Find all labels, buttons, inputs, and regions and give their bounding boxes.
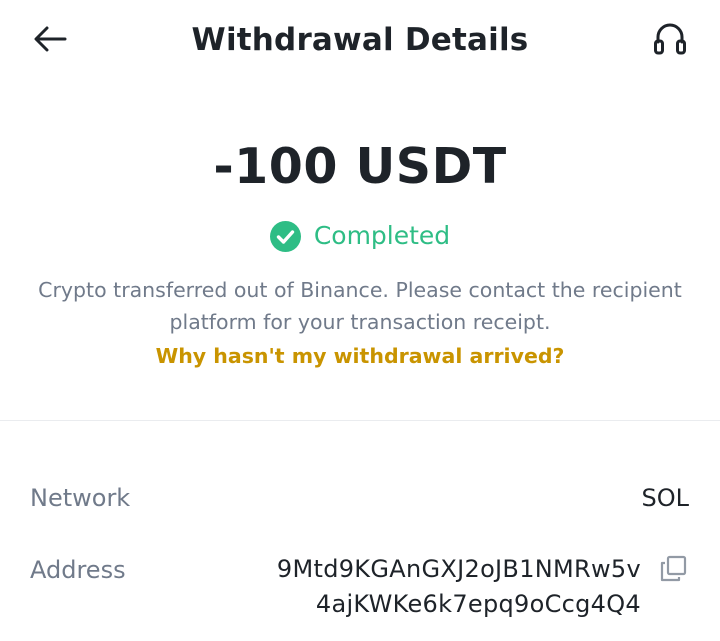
status-row: Completed bbox=[0, 218, 720, 254]
withdrawal-amount: -100 USDT bbox=[213, 138, 507, 195]
address-line-1: 9Mtd9KGAnGXJ2oJB1NMRw5v bbox=[276, 555, 641, 583]
support-button[interactable] bbox=[650, 20, 690, 58]
status-description: Crypto transferred out of Binance. Pleas… bbox=[38, 278, 682, 334]
network-label: Network bbox=[30, 484, 131, 512]
copy-address-button[interactable] bbox=[658, 554, 688, 584]
network-value: SOL bbox=[641, 484, 690, 512]
withdrawal-help-link[interactable]: Why hasn't my withdrawal arrived? bbox=[0, 341, 720, 371]
address-label: Address bbox=[30, 556, 126, 584]
address-value: 9Mtd9KGAnGXJ2oJB1NMRw5v 4ajKWKe6k7epq9oC… bbox=[221, 552, 641, 622]
header-bar: Withdrawal Details bbox=[0, 0, 720, 80]
copy-icon bbox=[660, 555, 687, 582]
address-line-2: 4ajKWKe6k7epq9oCcg4Q4 bbox=[315, 590, 641, 618]
headset-icon bbox=[654, 23, 686, 55]
check-circle-icon bbox=[269, 220, 301, 252]
status-text: Completed bbox=[313, 221, 451, 250]
page-title: Withdrawal Details bbox=[191, 22, 529, 58]
section-divider bbox=[0, 420, 720, 421]
